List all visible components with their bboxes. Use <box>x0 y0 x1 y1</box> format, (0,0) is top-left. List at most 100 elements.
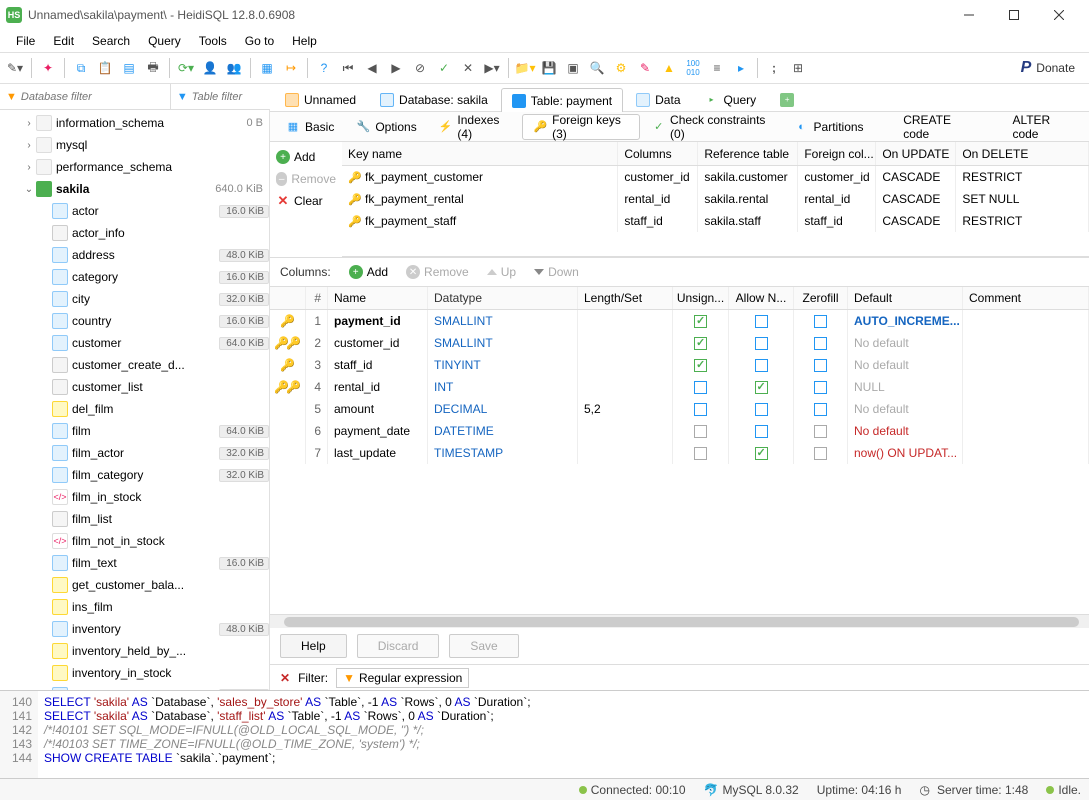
toolbar-help-icon[interactable]: ? <box>313 57 335 79</box>
minimize-button[interactable] <box>946 0 991 30</box>
column-row[interactable]: 🔑3staff_idTINYINTNo default <box>270 354 1089 376</box>
tree-table-film_category[interactable]: film_category32.0 KiB <box>0 464 269 486</box>
col-header-zerofill[interactable]: Zerofill <box>794 287 848 309</box>
tab-databasesakila[interactable]: Database: sakila <box>369 87 499 111</box>
clear-filter-button[interactable]: ✕ <box>280 671 290 685</box>
col-header-unsigned[interactable]: Unsign... <box>673 287 729 309</box>
toolbar-replace-icon[interactable]: ⚙ <box>610 57 632 79</box>
fk-clear-button[interactable]: ✕Clear <box>274 192 338 210</box>
toolbar-pen-icon[interactable]: ✎▾ <box>4 57 26 79</box>
column-add-button[interactable]: +Add <box>349 265 388 279</box>
tree-table-actor[interactable]: actor16.0 KiB <box>0 200 269 222</box>
tab-add[interactable]: + <box>769 87 805 111</box>
col-header-datatype[interactable]: Datatype <box>428 287 578 309</box>
tree-table-film_actor[interactable]: film_actor32.0 KiB <box>0 442 269 464</box>
tree-table-inventory[interactable]: inventory48.0 KiB <box>0 618 269 640</box>
fk-header-update[interactable]: On UPDATE <box>876 142 956 165</box>
col-header-num[interactable]: # <box>306 287 328 309</box>
menu-help[interactable]: Help <box>284 32 325 50</box>
col-header-length[interactable]: Length/Set <box>578 287 673 309</box>
col-header-default[interactable]: Default <box>848 287 963 309</box>
tree-table-address[interactable]: address48.0 KiB <box>0 244 269 266</box>
tab-tablepayment[interactable]: Table: payment <box>501 88 623 112</box>
tree-table-film_list[interactable]: film_list <box>0 508 269 530</box>
toolbar-snippet-icon[interactable]: ▣ <box>562 57 584 79</box>
column-row[interactable]: 🔑🔑4rental_idINTNULL <box>270 376 1089 398</box>
tree-table-country[interactable]: country16.0 KiB <box>0 310 269 332</box>
toolbar-first-icon[interactable]: ⏮ <box>337 57 359 79</box>
col-header-name[interactable]: Name <box>328 287 428 309</box>
subtab-altercode[interactable]: ALTER code <box>985 114 1083 140</box>
menu-search[interactable]: Search <box>84 32 138 50</box>
menu-edit[interactable]: Edit <box>45 32 82 50</box>
menu-file[interactable]: File <box>8 32 43 50</box>
tab-data[interactable]: Data <box>625 87 691 111</box>
tab-query[interactable]: ▸Query <box>694 87 768 111</box>
tree-table-film_not_in_stock[interactable]: </>film_not_in_stock <box>0 530 269 552</box>
toolbar-refresh-icon[interactable]: ⟳▾ <box>175 57 197 79</box>
subtab-createcode[interactable]: CREATE code <box>876 114 983 140</box>
col-header-null[interactable]: Allow N... <box>729 287 794 309</box>
column-row[interactable]: 7last_updateTIMESTAMPnow() ON UPDAT... <box>270 442 1089 464</box>
tab-unnamed[interactable]: Unnamed <box>274 87 367 111</box>
toolbar-paste-icon[interactable]: 📋 <box>94 57 116 79</box>
toolbar-slider-icon[interactable]: ≡ <box>706 57 728 79</box>
tree-table-city[interactable]: city32.0 KiB <box>0 288 269 310</box>
donate-button[interactable]: P Donate <box>1021 59 1085 77</box>
subtab-checkconstraints[interactable]: ✓Check constraints (0) <box>642 114 782 140</box>
save-button[interactable]: Save <box>449 634 518 658</box>
tree-table-del_film[interactable]: del_film <box>0 398 269 420</box>
toolbar-save-icon[interactable]: 💾 <box>538 57 560 79</box>
tree-table-film_in_stock[interactable]: </>film_in_stock <box>0 486 269 508</box>
tree-table-category[interactable]: category16.0 KiB <box>0 266 269 288</box>
help-button[interactable]: Help <box>280 634 347 658</box>
fk-header-reftable[interactable]: Reference table <box>698 142 798 165</box>
tree-db-information_schema[interactable]: ›information_schema0 B <box>0 112 269 134</box>
discard-button[interactable]: Discard <box>357 634 440 658</box>
toolbar-binary-icon[interactable]: 100010 <box>682 57 704 79</box>
sql-log[interactable]: 140141142143144 SELECT 'sakila' AS `Data… <box>0 690 1089 778</box>
menu-query[interactable]: Query <box>140 32 189 50</box>
subtab-partitions[interactable]: ◐Partitions <box>785 114 874 140</box>
object-tree[interactable]: ›information_schema0 B›mysql›performance… <box>0 110 269 690</box>
fk-row[interactable]: 🔑fk_payment_rentalrental_idsakila.rental… <box>342 188 1089 210</box>
horizontal-scrollbar[interactable] <box>270 614 1089 628</box>
column-up-button[interactable]: Up <box>487 265 516 279</box>
toolbar-stop-icon[interactable]: ; <box>763 57 785 79</box>
toolbar-export-icon[interactable]: ↦ <box>280 57 302 79</box>
toolbar-user-icon[interactable]: 👤 <box>199 57 221 79</box>
fk-row[interactable]: 🔑fk_payment_customercustomer_idsakila.cu… <box>342 166 1089 188</box>
col-header-comment[interactable]: Comment <box>963 287 1089 309</box>
toolbar-search-icon[interactable]: 🔍 <box>586 57 608 79</box>
toolbar-format-icon[interactable]: ✎ <box>634 57 656 79</box>
fk-header-columns[interactable]: Columns <box>618 142 698 165</box>
toolbar-print-icon[interactable]: 🖶 <box>142 57 164 79</box>
tree-table-film[interactable]: film64.0 KiB <box>0 420 269 442</box>
tree-db-mysql[interactable]: ›mysql <box>0 134 269 156</box>
column-row[interactable]: 5amountDECIMAL5,2No default <box>270 398 1089 420</box>
toolbar-table-icon[interactable]: ▦ <box>256 57 278 79</box>
toolbar-check-icon[interactable]: ✓ <box>433 57 455 79</box>
subtab-options[interactable]: 🔧Options <box>346 114 426 140</box>
tree-table-get_customer_bala...[interactable]: get_customer_bala... <box>0 574 269 596</box>
tree-table-customer_list[interactable]: customer_list <box>0 376 269 398</box>
toolbar-x-icon[interactable]: ✕ <box>457 57 479 79</box>
toolbar-play-icon[interactable]: ▶▾ <box>481 57 503 79</box>
database-filter-input[interactable] <box>21 91 164 103</box>
toolbar-next-icon[interactable]: ▶ <box>385 57 407 79</box>
fk-remove-button[interactable]: –Remove <box>274 170 338 188</box>
tree-table-ins_film[interactable]: ins_film <box>0 596 269 618</box>
menu-tools[interactable]: Tools <box>191 32 235 50</box>
column-remove-button[interactable]: ✕Remove <box>406 265 469 279</box>
tree-table-actor_info[interactable]: actor_info <box>0 222 269 244</box>
toolbar-copy-icon[interactable]: ⧉ <box>70 57 92 79</box>
tree-table-language[interactable]: language16.0 KiB <box>0 684 269 690</box>
regex-toggle[interactable]: ▼Regular expression <box>336 668 469 688</box>
tree-table-film_text[interactable]: film_text16.0 KiB <box>0 552 269 574</box>
tree-db-performance_schema[interactable]: ›performance_schema <box>0 156 269 178</box>
fk-header-name[interactable]: Key name <box>342 142 618 165</box>
toolbar-grid-icon[interactable]: ⊞ <box>787 57 809 79</box>
column-row[interactable]: 6payment_dateDATETIMENo default <box>270 420 1089 442</box>
close-button[interactable] <box>1036 0 1081 30</box>
toolbar-run-icon[interactable]: ▸ <box>730 57 752 79</box>
